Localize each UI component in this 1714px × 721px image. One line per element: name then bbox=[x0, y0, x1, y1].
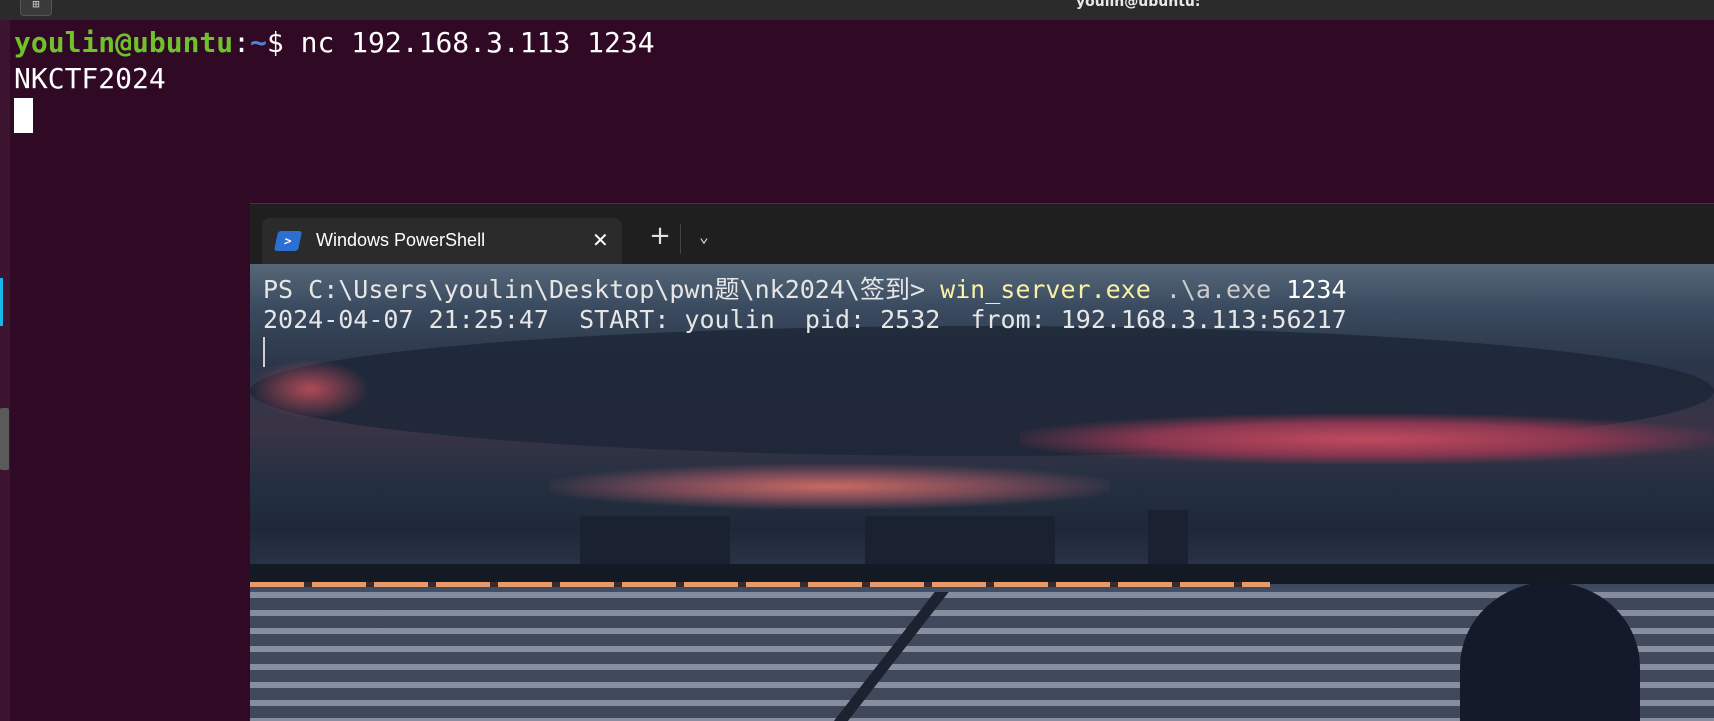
background-sunset-glow-right bbox=[1020, 414, 1714, 464]
left-dock bbox=[0, 20, 10, 721]
powershell-arg-port: 1234 bbox=[1271, 275, 1347, 304]
ubuntu-command-line: youlin@ubuntu:~$ nc 192.168.3.113 1234 bbox=[14, 26, 655, 60]
terminal-tab-icon[interactable]: ⊞ bbox=[20, 0, 52, 16]
prompt-path: ~ bbox=[250, 26, 267, 59]
powershell-command: win_server.exe bbox=[940, 275, 1151, 304]
ubuntu-titlebar[interactable]: ⊞ youlin@ubuntu: bbox=[0, 0, 1714, 20]
powershell-command-line: PS C:\Users\youlin\Desktop\pwn题\nk2024\签… bbox=[263, 275, 1346, 305]
plus-icon[interactable]: + bbox=[645, 222, 675, 252]
prompt-user-host: youlin@ubuntu bbox=[14, 26, 234, 59]
terminal-cursor bbox=[14, 98, 33, 133]
tab-title: Windows PowerShell bbox=[316, 230, 486, 250]
tab-bar: > Windows PowerShell ✕ + ⌄ bbox=[250, 203, 1714, 265]
prompt-symbol: $ bbox=[266, 26, 301, 59]
powershell-cursor bbox=[263, 337, 265, 367]
powershell-prompt: PS C:\Users\youlin\Desktop\pwn题\nk2024\签… bbox=[263, 275, 941, 304]
tab-windows-powershell[interactable]: > Windows PowerShell ✕ bbox=[262, 218, 622, 265]
powershell-console[interactable]: PS C:\Users\youlin\Desktop\pwn题\nk2024\签… bbox=[250, 264, 1714, 721]
background-sunset-glow-center bbox=[550, 464, 1110, 509]
dock-active-indicator bbox=[0, 278, 3, 326]
background-train-lights bbox=[250, 582, 1270, 587]
ubuntu-command: nc 192.168.3.113 1234 bbox=[300, 26, 655, 59]
chevron-down-icon[interactable]: ⌄ bbox=[692, 224, 716, 250]
powershell-arg-path: .\a.exe bbox=[1150, 275, 1272, 304]
tab-divider bbox=[680, 224, 681, 254]
background-building bbox=[1148, 510, 1188, 564]
windows-terminal-window[interactable]: > Windows PowerShell ✕ + ⌄ PS C:\Users\y… bbox=[250, 203, 1714, 721]
window-title: youlin@ubuntu: bbox=[1076, 0, 1201, 10]
close-icon[interactable]: ✕ bbox=[592, 228, 609, 252]
background-sunset-glow-left bbox=[250, 359, 370, 419]
dock-scroll-handle[interactable] bbox=[0, 408, 9, 470]
powershell-output-line: 2024-04-07 21:25:47 START: youlin pid: 2… bbox=[263, 305, 1347, 334]
powershell-icon: > bbox=[273, 231, 303, 251]
prompt-separator: : bbox=[233, 26, 251, 59]
ubuntu-output-line: NKCTF2024 bbox=[14, 62, 166, 95]
background-building bbox=[580, 516, 730, 564]
background-city-skyline bbox=[250, 564, 1714, 584]
background-building bbox=[865, 516, 1055, 564]
